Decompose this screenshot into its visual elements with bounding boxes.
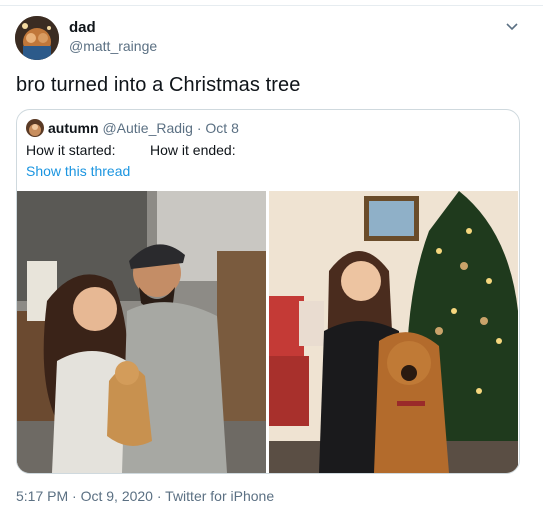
quoted-tweet[interactable]: autumn @Autie_Radig · Oct 8 How it start… [16,109,520,474]
avatar[interactable] [15,16,59,60]
show-thread-link[interactable]: Show this thread [26,163,130,179]
top-divider [0,5,543,6]
tweet-meta: 5:17 PM · Oct 9, 2020 · Twitter for iPho… [16,488,274,504]
display-name[interactable]: dad [69,19,96,36]
tweet-text: bro turned into a Christmas tree [16,74,301,96]
quoted-date[interactable]: · Oct 8 [197,120,239,136]
quoted-avatar[interactable] [26,119,44,137]
quoted-handle[interactable]: @Autie_Radig [102,120,193,136]
photo-started-image [17,191,266,473]
photo-how-it-started[interactable] [17,191,266,473]
user-handle[interactable]: @matt_rainge [69,38,157,54]
quoted-text-started: How it started: [26,142,116,158]
meta-separator: · [152,488,166,504]
photo-ended-image [269,191,518,473]
chevron-down-icon[interactable] [504,18,520,34]
tweet-timestamp[interactable]: 5:17 PM · Oct 9, 2020 [16,488,153,504]
photo-how-it-ended[interactable] [269,191,518,473]
avatar-image [15,16,59,60]
tweet-source[interactable]: Twitter for iPhone [165,488,274,504]
quoted-display-name[interactable]: autumn [48,120,99,136]
quoted-header: autumn @Autie_Radig · Oct 8 [48,120,239,136]
quoted-avatar-image [26,119,44,137]
quoted-text-ended: How it ended: [150,142,236,158]
